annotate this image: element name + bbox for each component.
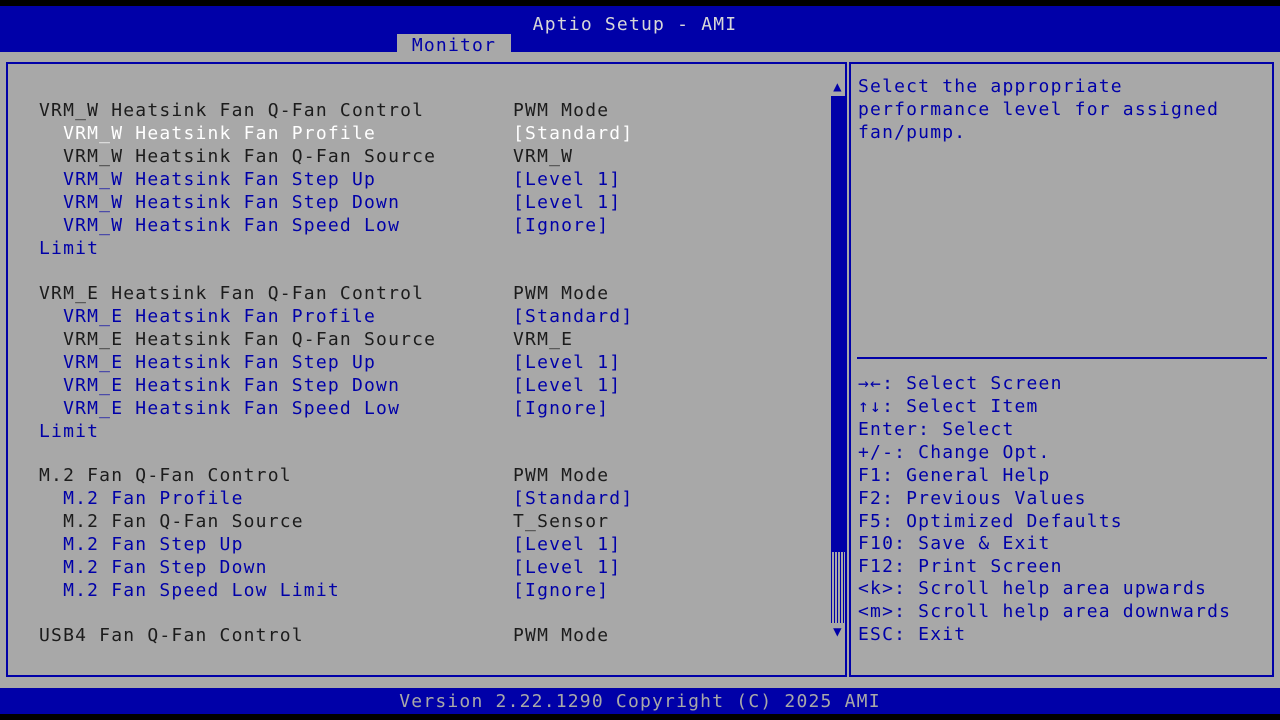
app-title: Aptio Setup - AMI: [532, 14, 738, 35]
setting-m2-qfan-control-value: PWM Mode: [513, 465, 610, 486]
version-text: Version 2.22.1290 Copyright (C) 2025 AMI: [399, 691, 881, 712]
key-hint-scroll-up: <k>: Scroll help area upwards: [858, 578, 1208, 599]
setting-vrm-w-qfan-source-label: VRM_W Heatsink Fan Q-Fan Source: [39, 146, 437, 167]
key-hint-enter: Enter: Select: [858, 419, 1015, 440]
key-hint-select-item: ↑↓: Select Item: [858, 396, 1039, 417]
setting-vrm-w-step-down-value[interactable]: [Level 1]: [513, 191, 621, 214]
setting-m2-step-up-value[interactable]: [Level 1]: [513, 533, 621, 556]
setting-vrm-e-step-up-label[interactable]: VRM_E Heatsink Fan Step Up: [39, 351, 376, 374]
key-hint-esc: ESC: Exit: [858, 624, 967, 645]
setting-vrm-e-speed-low-label-cont[interactable]: Limit: [39, 420, 99, 443]
setting-vrm-e-fan-profile-label[interactable]: VRM_E Heatsink Fan Profile: [39, 305, 376, 328]
setting-vrm-e-step-down-label[interactable]: VRM_E Heatsink Fan Step Down: [39, 374, 400, 397]
setting-vrm-w-step-up-label[interactable]: VRM_W Heatsink Fan Step Up: [39, 168, 376, 191]
setting-vrm-w-fan-profile-value[interactable]: [Standard]: [513, 122, 633, 145]
setting-m2-fan-profile-value[interactable]: [Standard]: [513, 487, 633, 510]
key-hint-f5: F5: Optimized Defaults: [858, 511, 1123, 532]
key-hint-change-opt: +/-: Change Opt.: [858, 442, 1051, 463]
setting-m2-step-down-value[interactable]: [Level 1]: [513, 556, 621, 579]
scrollbar-thumb[interactable]: [831, 96, 845, 552]
setting-m2-qfan-control-label: M.2 Fan Q-Fan Control: [39, 465, 292, 486]
setting-vrm-w-speed-low-label-cont[interactable]: Limit: [39, 237, 99, 260]
help-text-line-2: performance level for assigned: [858, 99, 1220, 120]
setting-vrm-e-qfan-source-label: VRM_E Heatsink Fan Q-Fan Source: [39, 329, 437, 350]
scroll-up-arrow-icon[interactable]: ▲: [831, 78, 845, 96]
setting-vrm-e-speed-low-label[interactable]: VRM_E Heatsink Fan Speed Low: [39, 397, 400, 420]
help-divider: [857, 357, 1267, 359]
setting-vrm-w-qfan-source-value: VRM_W: [513, 146, 574, 167]
help-text-line-3: fan/pump.: [858, 122, 967, 143]
key-hint-f10: F10: Save & Exit: [858, 533, 1051, 554]
setting-vrm-w-speed-low-value[interactable]: [Ignore]: [513, 214, 609, 237]
key-hint-f1: F1: General Help: [858, 465, 1051, 486]
setting-vrm-w-step-up-value[interactable]: [Level 1]: [513, 168, 621, 191]
setting-vrm-w-fan-profile-label[interactable]: VRM_W Heatsink Fan Profile: [39, 122, 376, 145]
title-bar: Aptio Setup - AMI Monitor: [0, 6, 1280, 58]
setting-vrm-w-speed-low-label[interactable]: VRM_W Heatsink Fan Speed Low: [39, 214, 400, 237]
setting-vrm-e-qfan-source-value: VRM_E: [513, 329, 574, 350]
setting-usb4-qfan-control-value: PWM Mode: [513, 625, 610, 646]
setting-m2-qfan-source-value: T_Sensor: [513, 511, 610, 532]
settings-panel: VRM_W Heatsink Fan Q-Fan Control PWM Mod…: [6, 62, 847, 677]
setting-vrm-e-step-up-value[interactable]: [Level 1]: [513, 351, 621, 374]
key-hint-f2: F2: Previous Values: [858, 488, 1087, 509]
setting-m2-speed-low-value[interactable]: [Ignore]: [513, 579, 609, 602]
footer-bar: Version 2.22.1290 Copyright (C) 2025 AMI: [0, 688, 1280, 714]
setting-m2-qfan-source-label: M.2 Fan Q-Fan Source: [39, 511, 304, 532]
setting-vrm-w-qfan-control-value: PWM Mode: [513, 100, 610, 121]
setting-m2-step-down-label[interactable]: M.2 Fan Step Down: [39, 556, 268, 579]
setting-vrm-e-step-down-value[interactable]: [Level 1]: [513, 374, 621, 397]
setting-m2-step-up-label[interactable]: M.2 Fan Step Up: [39, 533, 244, 556]
key-hint-select-screen: →←: Select Screen: [858, 373, 1063, 394]
setting-vrm-e-speed-low-value[interactable]: [Ignore]: [513, 397, 609, 420]
setting-m2-fan-profile-label[interactable]: M.2 Fan Profile: [39, 487, 244, 510]
setting-usb4-qfan-control-label: USB4 Fan Q-Fan Control: [39, 625, 304, 646]
setting-vrm-e-qfan-control-value: PWM Mode: [513, 283, 610, 304]
help-text-line-1: Select the appropriate: [858, 76, 1123, 97]
setting-vrm-w-qfan-control-label: VRM_W Heatsink Fan Q-Fan Control: [39, 100, 425, 121]
setting-vrm-w-step-down-label[interactable]: VRM_W Heatsink Fan Step Down: [39, 191, 400, 214]
setting-m2-speed-low-label[interactable]: M.2 Fan Speed Low Limit: [39, 579, 340, 602]
setting-vrm-e-qfan-control-label: VRM_E Heatsink Fan Q-Fan Control: [39, 283, 425, 304]
key-hint-scroll-down: <m>: Scroll help area downwards: [858, 601, 1232, 622]
key-hint-f12: F12: Print Screen: [858, 556, 1063, 577]
setting-vrm-e-fan-profile-value[interactable]: [Standard]: [513, 305, 633, 328]
scroll-down-arrow-icon[interactable]: ▼: [831, 623, 845, 641]
